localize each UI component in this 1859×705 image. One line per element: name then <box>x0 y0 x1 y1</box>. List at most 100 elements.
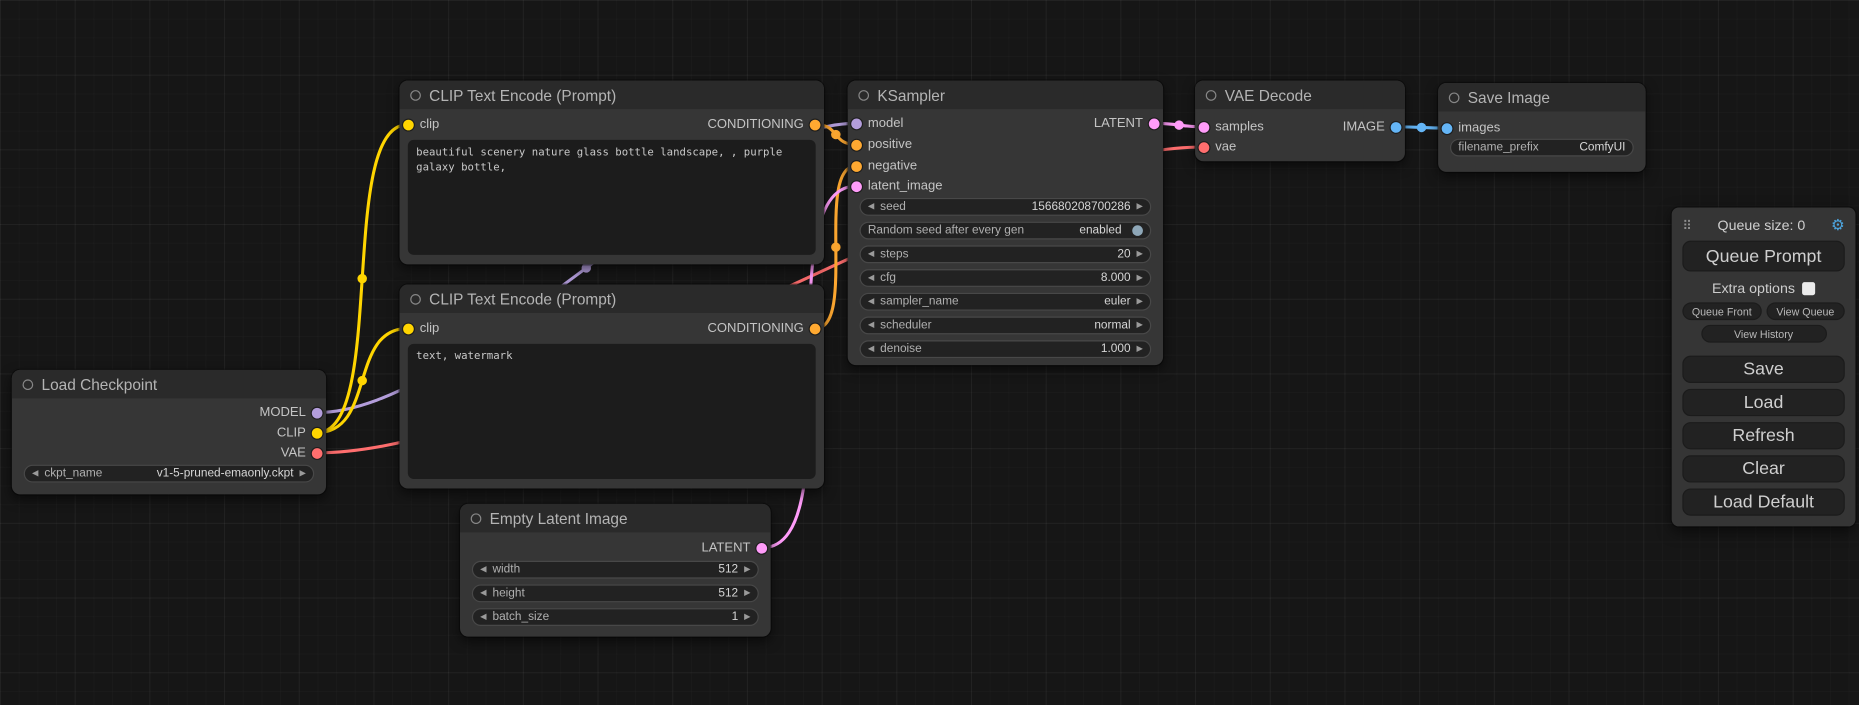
increment-arrow-icon[interactable]: ▶ <box>744 566 750 574</box>
collapse-toggle-icon[interactable] <box>858 90 869 101</box>
output-slot-vae[interactable]: VAE <box>281 446 323 460</box>
output-slot-model[interactable]: MODEL <box>259 405 322 419</box>
vae-output-dot-icon[interactable] <box>312 448 323 459</box>
input-slot-clip[interactable]: clip <box>403 321 439 335</box>
sampler-name-widget[interactable]: ◀ sampler_name euler ▶ <box>860 293 1152 311</box>
model-output-dot-icon[interactable] <box>312 407 323 418</box>
input-slot-positive[interactable]: positive <box>851 138 912 152</box>
increment-arrow-icon[interactable]: ▶ <box>1137 203 1143 211</box>
output-slot-conditioning[interactable]: CONDITIONING <box>707 321 820 335</box>
decrement-arrow-icon[interactable]: ◀ <box>868 250 874 258</box>
node-title-bar[interactable]: KSampler <box>848 81 1163 109</box>
node-ksampler[interactable]: KSampler model LATENT positive negative <box>848 81 1163 366</box>
input-slot-vae[interactable]: vae <box>1199 140 1237 154</box>
output-slot-latent[interactable]: LATENT <box>701 541 767 555</box>
decrement-arrow-icon[interactable]: ◀ <box>480 566 486 574</box>
load-button[interactable]: Load <box>1682 389 1844 416</box>
input-slot-negative[interactable]: negative <box>851 159 917 173</box>
increment-arrow-icon[interactable]: ▶ <box>1137 298 1143 306</box>
decrement-arrow-icon[interactable]: ◀ <box>868 345 874 353</box>
settings-gear-icon[interactable]: ⚙ <box>1831 218 1845 233</box>
input-slot-latent-image[interactable]: latent_image <box>851 179 942 193</box>
node-empty-latent-image[interactable]: Empty Latent Image LATENT ◀ width 512 ▶ … <box>460 504 771 637</box>
decrement-arrow-icon[interactable]: ◀ <box>868 203 874 211</box>
images-input-dot-icon[interactable] <box>1442 123 1453 134</box>
collapse-toggle-icon[interactable] <box>410 90 421 101</box>
model-input-dot-icon[interactable] <box>851 118 862 129</box>
width-widget[interactable]: ◀ width 512 ▶ <box>472 561 759 579</box>
view-history-button[interactable]: View History <box>1701 325 1827 343</box>
latent-output-dot-icon[interactable] <box>756 542 767 553</box>
output-slot-image[interactable]: IMAGE <box>1343 120 1402 134</box>
decrement-arrow-icon[interactable]: ◀ <box>480 613 486 621</box>
latent-output-dot-icon[interactable] <box>1149 118 1160 129</box>
seed-widget[interactable]: ◀ seed 156680208700286 ▶ <box>860 198 1152 216</box>
node-title-bar[interactable]: VAE Decode <box>1195 81 1405 109</box>
node-clip-text-encode-positive[interactable]: CLIP Text Encode (Prompt) clip CONDITION… <box>400 81 824 265</box>
cfg-widget[interactable]: ◀ cfg 8.000 ▶ <box>860 269 1152 287</box>
filename-prefix-widget[interactable]: filename_prefix ComfyUI <box>1450 139 1634 157</box>
conditioning-output-dot-icon[interactable] <box>810 323 821 334</box>
node-title-bar[interactable]: CLIP Text Encode (Prompt) <box>400 285 824 313</box>
height-widget[interactable]: ◀ height 512 ▶ <box>472 584 759 602</box>
denoise-widget[interactable]: ◀ denoise 1.000 ▶ <box>860 340 1152 358</box>
refresh-button[interactable]: Refresh <box>1682 422 1844 449</box>
input-slot-samples[interactable]: samples <box>1199 120 1264 134</box>
node-vae-decode[interactable]: VAE Decode samples IMAGE vae <box>1195 81 1405 162</box>
increment-arrow-icon[interactable]: ▶ <box>1137 321 1143 329</box>
save-button[interactable]: Save <box>1682 356 1844 383</box>
increment-arrow-icon[interactable]: ▶ <box>1137 250 1143 258</box>
node-graph-canvas[interactable]: Load Checkpoint MODEL CLIP VAE ◀ c <box>0 0 1859 705</box>
batch-size-widget[interactable]: ◀ batch_size 1 ▶ <box>472 608 759 626</box>
extra-options-checkbox[interactable] <box>1802 282 1815 295</box>
scheduler-widget[interactable]: ◀ scheduler normal ▶ <box>860 317 1152 335</box>
queue-prompt-button[interactable]: Queue Prompt <box>1682 241 1844 272</box>
decrement-arrow-icon[interactable]: ◀ <box>868 274 874 282</box>
clip-input-dot-icon[interactable] <box>403 323 414 334</box>
prompt-textarea[interactable]: text, watermark <box>408 344 816 479</box>
samples-input-dot-icon[interactable] <box>1199 122 1210 133</box>
toggle-knob-icon[interactable] <box>1132 225 1143 236</box>
drag-handle-icon[interactable]: ⠿ <box>1682 218 1692 233</box>
positive-input-dot-icon[interactable] <box>851 139 862 150</box>
collapse-toggle-icon[interactable] <box>1206 90 1217 101</box>
clip-input-dot-icon[interactable] <box>403 119 414 130</box>
decrement-arrow-icon[interactable]: ◀ <box>868 321 874 329</box>
prompt-textarea[interactable]: beautiful scenery nature glass bottle la… <box>408 140 816 255</box>
input-slot-model[interactable]: model <box>851 116 903 130</box>
increment-arrow-icon[interactable]: ▶ <box>744 589 750 597</box>
collapse-toggle-icon[interactable] <box>23 379 34 390</box>
node-save-image[interactable]: Save Image images filename_prefix ComfyU… <box>1438 83 1645 172</box>
negative-input-dot-icon[interactable] <box>851 161 862 172</box>
increment-arrow-icon[interactable]: ▶ <box>1137 345 1143 353</box>
collapse-toggle-icon[interactable] <box>410 293 421 304</box>
input-slot-clip[interactable]: clip <box>403 117 439 131</box>
vae-input-dot-icon[interactable] <box>1199 142 1210 153</box>
increment-arrow-icon[interactable]: ▶ <box>1137 274 1143 282</box>
load-default-button[interactable]: Load Default <box>1682 488 1844 515</box>
clip-output-dot-icon[interactable] <box>312 427 323 438</box>
node-title-bar[interactable]: Save Image <box>1438 83 1645 111</box>
decrement-arrow-icon[interactable]: ◀ <box>868 298 874 306</box>
node-title-bar[interactable]: CLIP Text Encode (Prompt) <box>400 81 824 109</box>
output-slot-conditioning[interactable]: CONDITIONING <box>707 117 820 131</box>
collapse-toggle-icon[interactable] <box>471 513 482 524</box>
node-title-bar[interactable]: Empty Latent Image <box>460 504 771 532</box>
queue-front-button[interactable]: Queue Front <box>1682 302 1761 320</box>
node-clip-text-encode-negative[interactable]: CLIP Text Encode (Prompt) clip CONDITION… <box>400 285 824 489</box>
node-load-checkpoint[interactable]: Load Checkpoint MODEL CLIP VAE ◀ c <box>12 370 326 494</box>
decrement-arrow-icon[interactable]: ◀ <box>480 589 486 597</box>
increment-arrow-icon[interactable]: ▶ <box>744 613 750 621</box>
decrement-arrow-icon[interactable]: ◀ <box>32 469 38 477</box>
input-slot-images[interactable]: images <box>1442 121 1501 135</box>
view-queue-button[interactable]: View Queue <box>1766 302 1845 320</box>
output-slot-latent[interactable]: LATENT <box>1094 116 1160 130</box>
output-slot-clip[interactable]: CLIP <box>277 426 323 440</box>
collapse-toggle-icon[interactable] <box>1449 92 1460 103</box>
node-title-bar[interactable]: Load Checkpoint <box>12 370 326 398</box>
conditioning-output-dot-icon[interactable] <box>810 119 821 130</box>
latent-image-input-dot-icon[interactable] <box>851 181 862 192</box>
increment-arrow-icon[interactable]: ▶ <box>299 469 305 477</box>
ckpt-name-widget[interactable]: ◀ ckpt_name v1-5-pruned-emaonly.ckpt ▶ <box>24 465 314 483</box>
image-output-dot-icon[interactable] <box>1391 122 1402 133</box>
